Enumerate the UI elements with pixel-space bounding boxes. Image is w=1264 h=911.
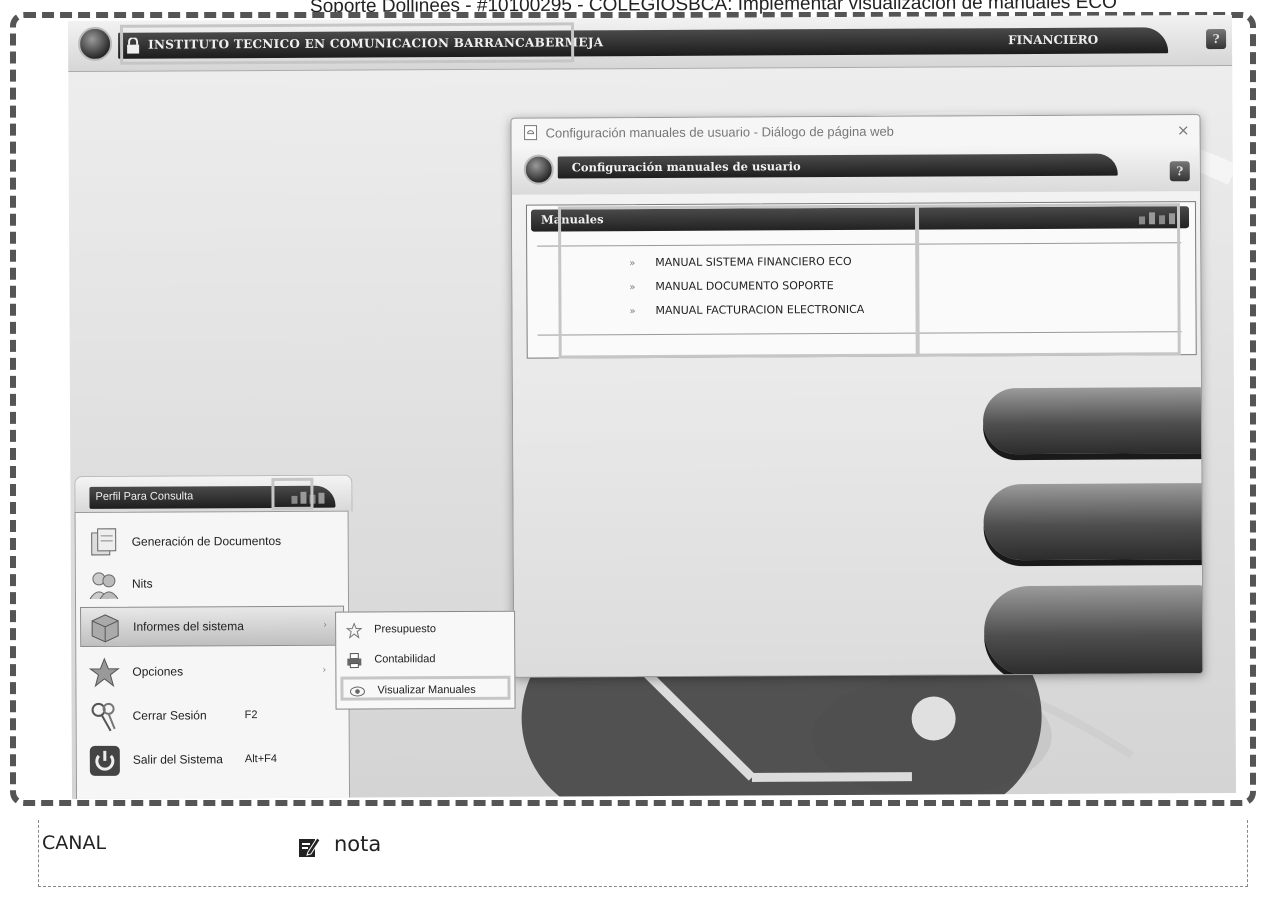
informes-submenu: Presupuesto Contabilidad Visualizar Manu… (335, 610, 516, 710)
app-screenshot: INSTITUTO TECNICO EN COMUNICACION BARRAN… (67, 14, 1237, 800)
page-icon (524, 125, 538, 141)
dialog-header-title: Configuración manuales de usuario (571, 159, 801, 175)
manuals-panel: Manuales » MANUAL SISTEMA FINANCIERO ECO … (525, 201, 1197, 359)
menu-item-label: Cerrar Sesión (132, 708, 207, 723)
app-top-bar: INSTITUTO TECNICO EN COMUNICACION BARRAN… (67, 14, 1233, 73)
menu-body: Generación de Documentos Nits Informes d… (74, 510, 351, 800)
printer-icon (347, 653, 362, 669)
chevron-icon: » (629, 282, 636, 294)
cube-icon (91, 614, 119, 643)
config-dialog: Configuración manuales de usuario - Diál… (510, 114, 1204, 678)
shortcut-label: Alt+F4 (244, 752, 277, 766)
dialog-header-dark: Configuración manuales de usuario (557, 153, 1118, 179)
submenu-item-visualizar-manuales[interactable]: Visualizar Manuales (340, 675, 511, 701)
dialog-header-bar: Configuración manuales de usuario ? (511, 145, 1200, 195)
institution-highlight (119, 22, 575, 65)
menu-item-opciones[interactable]: Opciones › (80, 652, 344, 693)
profile-highlight (271, 477, 314, 510)
submenu-item-presupuesto[interactable]: Presupuesto (340, 618, 510, 643)
edit-note-icon (299, 837, 320, 857)
start-menu: Perfil Para Consulta Generación de Docum… (70, 474, 354, 800)
decor-pill (983, 585, 1204, 677)
star-icon (88, 657, 120, 688)
manuals-panel-header: Manuales (530, 206, 1190, 232)
manual-label: MANUAL DOCUMENTO SOPORTE (655, 279, 834, 293)
decor-pill (983, 483, 1204, 561)
menu-item-label: Salir del Sistema (132, 752, 223, 767)
module-name: FINANCIERO (1008, 32, 1099, 48)
dialog-window-title: Configuración manuales de usuario - Diál… (545, 123, 894, 141)
users-icon (89, 572, 119, 600)
power-icon (89, 745, 120, 776)
footer-box (38, 820, 1248, 887)
shortcut-label: F2 (244, 709, 258, 722)
menu-item-informes[interactable]: Informes del sistema › (80, 605, 345, 647)
profile-tab: Perfil Para Consulta (74, 474, 353, 514)
star-outline-icon (346, 622, 363, 639)
app-logo-orb[interactable] (78, 26, 113, 61)
chevron-icon: » (629, 306, 636, 318)
menu-item-documentos[interactable]: Generación de Documentos (80, 522, 344, 563)
manual-label: MANUAL SISTEMA FINANCIERO ECO (655, 254, 852, 269)
manuals-panel-title: Manuales (540, 212, 604, 227)
submenu-item-label: Visualizar Manuales (377, 683, 476, 697)
decor-pill (982, 387, 1204, 455)
eye-icon (349, 686, 365, 697)
dialog-help-button[interactable]: ? (1169, 161, 1190, 182)
dialog-titlebar: Configuración manuales de usuario - Diál… (511, 115, 1200, 150)
close-icon[interactable]: × (1177, 121, 1190, 139)
chevron-right-icon: › (322, 664, 327, 676)
menu-item-label: Generación de Documentos (131, 533, 282, 549)
menu-item-salir[interactable]: Salir del Sistema Alt+F4 (81, 740, 345, 781)
chevron-icon: » (629, 258, 636, 270)
menu-item-label: Opciones (132, 664, 184, 679)
dialog-body: Configuración manuales de usuario ? Manu… (511, 145, 1204, 677)
manuals-list: » MANUAL SISTEMA FINANCIERO ECO » MANUAL D… (537, 242, 1182, 336)
manual-item[interactable]: » MANUAL DOCUMENTO SOPORTE (629, 279, 833, 293)
keys-icon (91, 702, 116, 732)
nota-label: nota (334, 832, 382, 856)
documents-icon (91, 528, 117, 556)
manual-item[interactable]: » MANUAL SISTEMA FINANCIERO ECO (629, 255, 851, 269)
chevron-right-icon: › (323, 619, 328, 631)
submenu-item-contabilidad[interactable]: Contabilidad (340, 648, 510, 673)
canal-label: CANAL (42, 832, 107, 854)
panel-bars-icon (1139, 212, 1176, 225)
submenu-item-label: Contabilidad (374, 653, 436, 666)
submenu-item-label: Presupuesto (374, 623, 436, 636)
menu-item-label: Informes del sistema (133, 619, 244, 634)
profile-name: Perfil Para Consulta (95, 490, 194, 503)
dialog-logo-orb (523, 154, 554, 185)
menu-item-label: Nits (131, 576, 153, 591)
menu-item-cerrar-sesion[interactable]: Cerrar Sesión F2 (81, 696, 345, 737)
help-button[interactable]: ? (1206, 28, 1227, 50)
menu-item-nits[interactable]: Nits (80, 564, 344, 605)
manual-item[interactable]: » MANUAL FACTURACION ELECTRONICA (629, 303, 864, 317)
manual-label: MANUAL FACTURACION ELECTRONICA (655, 302, 865, 317)
